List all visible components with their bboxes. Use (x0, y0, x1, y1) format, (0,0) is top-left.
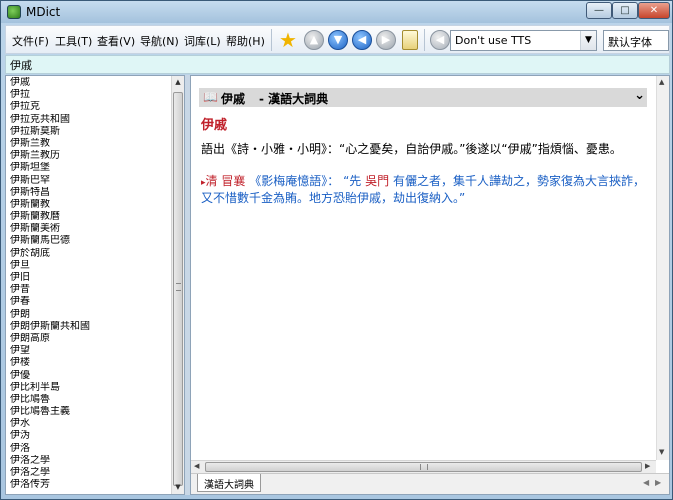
list-item[interactable]: 伊比鳩魯 (7, 394, 171, 406)
up-arrow-icon[interactable]: ▲ (304, 30, 324, 50)
list-item[interactable]: 伊斯兰教 (7, 138, 171, 150)
list-item[interactable]: 伊斯兰教历 (7, 150, 171, 162)
scroll-up-icon[interactable]: ▲ (659, 78, 664, 86)
minimize-button[interactable]: — (586, 2, 612, 19)
search-bar (5, 55, 670, 74)
chevron-down-icon[interactable]: ▼ (580, 31, 596, 50)
list-item[interactable]: 伊洛 (7, 443, 171, 455)
book-icon: 📖 (203, 90, 218, 104)
example-author[interactable]: 冒襄 (221, 174, 245, 188)
example-dynasty[interactable]: 清 (206, 174, 218, 188)
list-item[interactable]: 伊朗 (7, 309, 171, 321)
list-item[interactable]: 伊斯蘭教 (7, 199, 171, 211)
scroll-down-icon[interactable]: ▼ (659, 448, 664, 456)
list-item[interactable]: 伊昔 (7, 284, 171, 296)
toolbar-separator (424, 29, 425, 51)
header-dictionary-name: - 漢語大詞典 (259, 92, 329, 106)
definition-pane: 📖 伊戚 - 漢語大詞典 ⌄ 伊戚 語出《詩・小雅・小明》：“心之憂矣，自詒伊戚… (190, 75, 670, 495)
list-item[interactable]: 伊春 (7, 296, 171, 308)
tab-prev-icon[interactable]: ◀ (643, 478, 649, 487)
entry-definition: 語出《詩・小雅・小明》：“心之憂矣，自詒伊戚。”後遂以“伊戚”指煩惱、憂患。 (201, 142, 622, 156)
grip-icon (420, 464, 428, 470)
menu-navigate[interactable]: 导航(N) (140, 33, 179, 49)
font-select-value: 默认字体 (608, 36, 652, 49)
list-item[interactable]: 伊洛传芳 (7, 479, 171, 491)
list-item[interactable]: 伊望 (7, 345, 171, 357)
list-item[interactable]: 伊比鳩魯主義 (7, 406, 171, 418)
back-arrow-icon[interactable]: ◀ (352, 30, 372, 50)
list-item[interactable]: 伊洛之學 (7, 467, 171, 479)
list-item[interactable]: 伊拉克共和國 (7, 114, 171, 126)
app-window: MDict — □ ✕ 文件(F) 工具(T) 查看(V) 导航(N) 词库(L… (0, 0, 673, 500)
menu-toolbar: 文件(F) 工具(T) 查看(V) 导航(N) 词库(L) 帮助(H) ★ ▲ … (5, 25, 670, 54)
tab-next-icon[interactable]: ▶ (655, 478, 661, 487)
font-select[interactable]: 默认字体 (603, 30, 669, 51)
list-item[interactable]: 伊斯坦堡 (7, 162, 171, 174)
scrollbar-thumb[interactable] (173, 92, 183, 486)
menu-tools[interactable]: 工具(T) (55, 33, 92, 49)
list-item[interactable]: 伊朗伊斯蘭共和國 (7, 321, 171, 333)
toolbar-separator (271, 29, 272, 51)
list-item[interactable]: 伊斯巴罕 (7, 175, 171, 187)
menu-library[interactable]: 词库(L) (184, 33, 221, 49)
close-button[interactable]: ✕ (638, 2, 670, 19)
menu-file[interactable]: 文件(F) (12, 33, 49, 49)
window-title: MDict (26, 5, 61, 19)
entry-example: ▸清 冒襄 《影梅庵憶語》： “先 吳門 有儷之者，集千人譁劫之，勢家復為大言挾… (201, 174, 651, 206)
list-item[interactable]: 伊拉斯莫斯 (7, 126, 171, 138)
forward-arrow-icon[interactable]: ▶ (376, 30, 396, 50)
word-list-scrollbar[interactable]: ▲ ▼ (171, 76, 184, 494)
list-item[interactable]: 伊洛之學 (7, 455, 171, 467)
list-item[interactable]: 伊旦 (7, 260, 171, 272)
menu-view[interactable]: 查看(V) (97, 33, 135, 49)
search-input[interactable] (10, 58, 650, 72)
word-list[interactable]: 伊戚 伊拉 伊拉克 伊拉克共和國 伊拉斯莫斯 伊斯兰教 伊斯兰教历 伊斯坦堡 伊斯巴罕 伊斯特昌伊… (7, 77, 171, 493)
scroll-left-icon[interactable]: ◀ (194, 462, 199, 470)
menu-help[interactable]: 帮助(H) (226, 33, 265, 49)
tab-hanyu-dacidian[interactable]: 漢語大詞典 (197, 474, 261, 492)
entry-headword: 伊戚 (201, 118, 228, 133)
clipboard-icon[interactable] (402, 30, 418, 50)
list-item[interactable]: 伊斯蘭美術 (7, 223, 171, 235)
list-item[interactable]: 伊拉 (7, 89, 171, 101)
scroll-right-icon[interactable]: ▶ (645, 462, 650, 470)
list-item[interactable]: 伊沩 (7, 430, 171, 442)
definition-scrollbar[interactable]: ▲ ▼ (656, 76, 669, 460)
list-item[interactable]: 伊水 (7, 418, 171, 430)
title-bar[interactable]: MDict — □ ✕ (1, 1, 672, 23)
scrollbar-thumb[interactable] (205, 462, 642, 472)
tts-select[interactable]: Don't use TTS ▼ (450, 30, 597, 51)
maximize-button[interactable]: □ (612, 2, 638, 19)
horizontal-scrollbar[interactable]: ◀ ▶ (191, 460, 656, 473)
down-arrow-icon[interactable]: ▼ (328, 30, 348, 50)
example-place[interactable]: 吳門 (365, 174, 389, 188)
definition-content: 📖 伊戚 - 漢語大詞典 ⌄ 伊戚 語出《詩・小雅・小明》：“心之憂矣，自詒伊戚… (191, 76, 656, 460)
grip-icon (176, 283, 181, 291)
scroll-up-icon[interactable]: ▲ (172, 76, 184, 89)
example-source: 《影梅庵憶語》： (249, 174, 340, 188)
list-item[interactable]: 伊優 (7, 370, 171, 382)
word-list-pane: 伊戚 伊拉 伊拉克 伊拉克共和國 伊拉斯莫斯 伊斯兰教 伊斯兰教历 伊斯坦堡 伊斯巴罕 伊斯特昌伊… (5, 75, 185, 495)
list-item[interactable]: 伊拉克 (7, 101, 171, 113)
app-logo-icon (7, 5, 21, 19)
chevron-down-icon[interactable]: ⌄ (634, 88, 645, 103)
header-headword: 伊戚 (221, 92, 246, 106)
speaker-icon[interactable]: ◀ (430, 30, 450, 50)
scroll-down-icon[interactable]: ▼ (172, 481, 184, 494)
list-item[interactable]: 伊斯蘭教曆 (7, 211, 171, 223)
list-item[interactable]: 伊斯特昌 (7, 187, 171, 199)
list-item[interactable]: 伊楼 (7, 357, 171, 369)
favorite-star-icon[interactable]: ★ (278, 30, 298, 50)
example-quote-start: “先 (343, 174, 362, 188)
dictionary-header[interactable]: 📖 伊戚 - 漢語大詞典 ⌄ (199, 88, 647, 107)
list-item[interactable]: 伊戚 (7, 77, 171, 89)
tts-select-value: Don't use TTS (455, 34, 532, 47)
list-item[interactable]: 伊朗高原 (7, 333, 171, 345)
dictionary-tab-bar: 漢語大詞典 ◀ ▶ (191, 473, 669, 494)
list-item[interactable]: 伊比利半島 (7, 382, 171, 394)
list-item[interactable]: 伊旧 (7, 272, 171, 284)
list-item[interactable]: 伊斯蘭馬巴德 (7, 235, 171, 247)
list-item[interactable]: 伊於胡底 (7, 248, 171, 260)
